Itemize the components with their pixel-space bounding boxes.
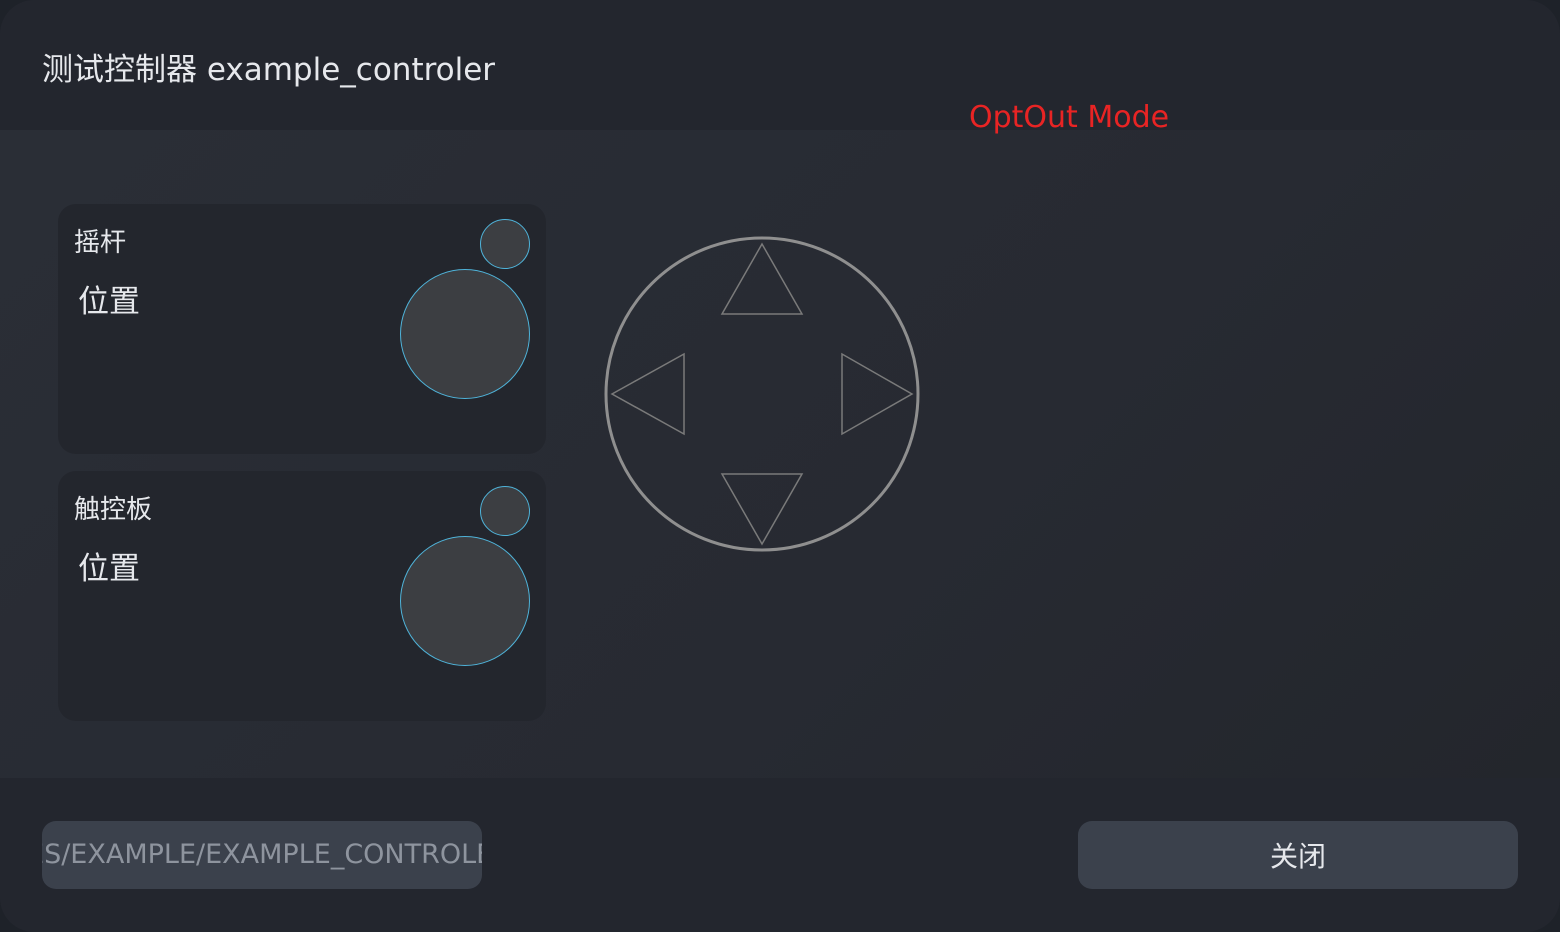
joystick-panel: 摇杆 位置 <box>58 204 546 454</box>
dialog-title: 测试控制器 example_controler <box>42 52 496 88</box>
joystick-panel-title: 摇杆 <box>74 228 127 258</box>
touchpad-panel-title: 触控板 <box>74 495 153 525</box>
arrow-right-icon[interactable] <box>841 352 914 436</box>
touchpad-button-indicator <box>480 486 530 536</box>
dpad-ring <box>604 236 920 552</box>
arrow-up-icon[interactable] <box>720 242 804 315</box>
arrow-left-icon[interactable] <box>610 352 685 436</box>
touchpad-position-indicator <box>400 536 530 666</box>
dialog-header: 测试控制器 example_controler <box>0 0 1560 130</box>
joystick-position-indicator <box>400 269 530 399</box>
touchpad-panel: 触控板 位置 <box>58 471 546 721</box>
device-path-text: /DEVICES/EXAMPLE/EXAMPLE_CONTROLER <box>42 839 482 870</box>
joystick-position-label: 位置 <box>78 284 140 320</box>
touchpad-position-label: 位置 <box>78 551 140 587</box>
close-button[interactable]: 关闭 <box>1078 821 1518 889</box>
joystick-button-indicator <box>480 219 530 269</box>
arrow-down-icon[interactable] <box>720 473 804 546</box>
dpad-icon <box>604 236 920 552</box>
device-path-field[interactable]: /DEVICES/EXAMPLE/EXAMPLE_CONTROLER <box>42 821 482 889</box>
controller-test-dialog: 测试控制器 example_controler OptOut Mode 摇杆 位… <box>0 0 1560 932</box>
mode-label: OptOut Mode <box>969 100 1170 135</box>
